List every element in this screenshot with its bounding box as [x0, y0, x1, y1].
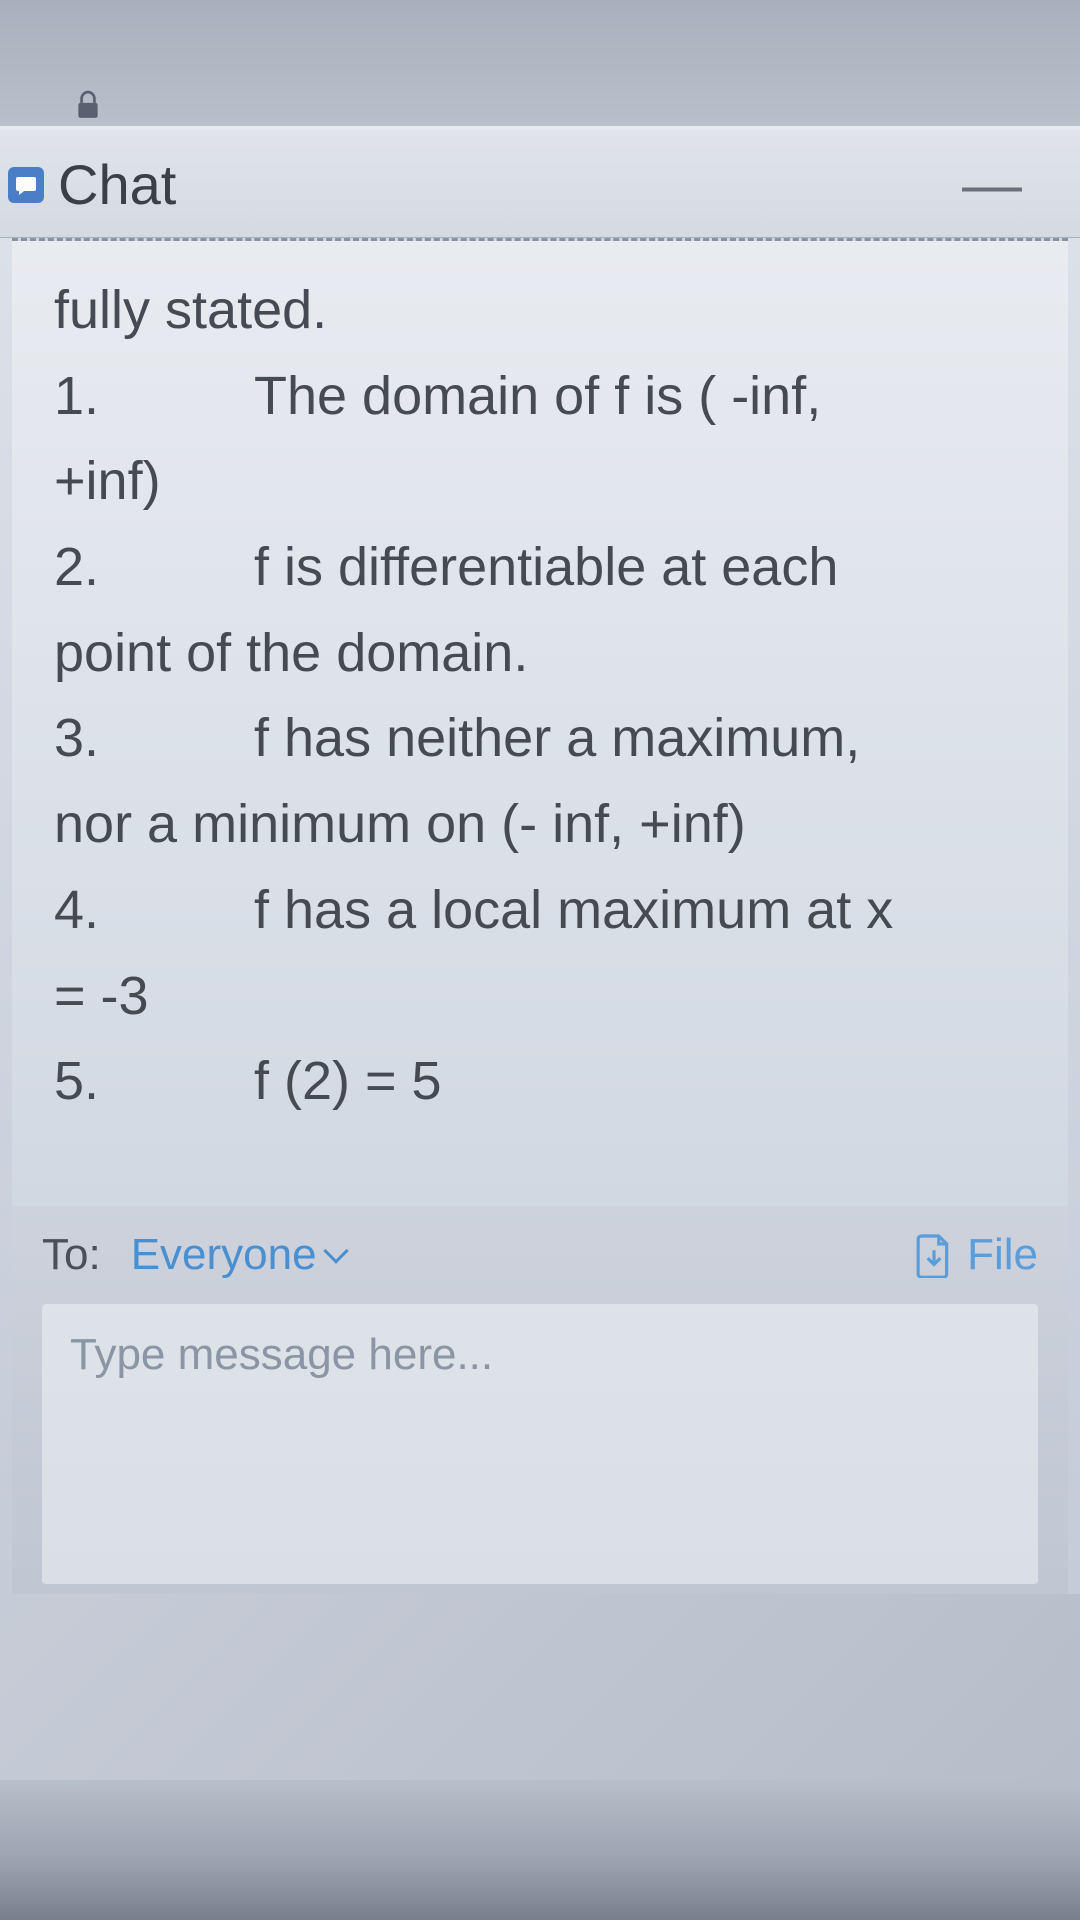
recipient-value: Everyone	[131, 1230, 317, 1280]
file-button[interactable]: File	[915, 1230, 1038, 1280]
chat-body: fully stated. 1.The domain of f is ( -in…	[0, 238, 1080, 1594]
recipient-dropdown[interactable]: Everyone	[131, 1230, 345, 1280]
to-label: To:	[42, 1230, 101, 1280]
lock-icon	[75, 90, 101, 120]
file-icon	[915, 1232, 953, 1278]
browser-top-fragment	[0, 0, 1080, 130]
message-line: +inf)	[54, 440, 1026, 524]
message-input[interactable]: Type message here...	[42, 1304, 1038, 1584]
message-line: 5.f (2) = 5	[54, 1040, 1026, 1124]
minimize-button[interactable]: —	[942, 160, 1042, 210]
message-line: nor a minimum on (- inf, +inf)	[54, 783, 1026, 867]
message-line: 3.f has neither a maximum,	[54, 697, 1026, 781]
chat-message: fully stated. 1.The domain of f is ( -in…	[12, 238, 1068, 1206]
chat-title: Chat	[58, 152, 176, 217]
chevron-down-icon	[323, 1238, 348, 1263]
chat-icon	[8, 167, 44, 203]
message-line: point of the domain.	[54, 612, 1026, 696]
screen-bezel	[0, 1780, 1080, 1920]
message-line: 4.f has a local maximum at x	[54, 869, 1026, 953]
message-line: 2.f is differentiable at each	[54, 526, 1026, 610]
message-line: = -3	[54, 955, 1026, 1039]
file-label: File	[967, 1230, 1038, 1280]
compose-area: To: Everyone File Type message here...	[12, 1206, 1068, 1594]
message-line: 1.The domain of f is ( -inf,	[54, 355, 1026, 439]
message-line: fully stated.	[54, 269, 1026, 353]
chat-panel-header: Chat —	[0, 130, 1080, 238]
